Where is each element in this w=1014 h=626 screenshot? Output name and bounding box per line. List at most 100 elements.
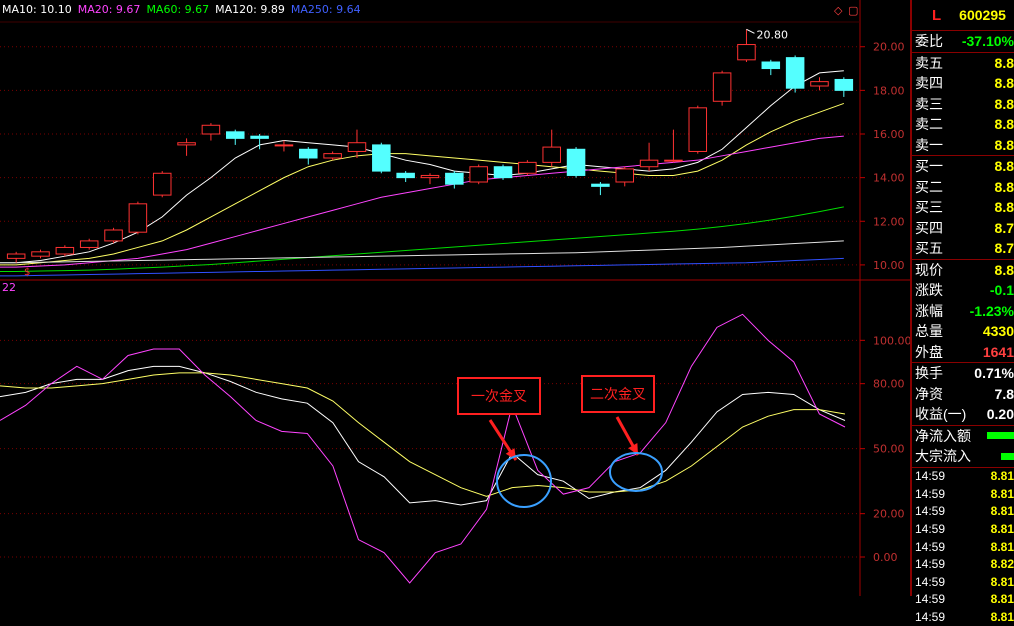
candle-body xyxy=(811,82,829,86)
price-axis-label: 10.00 xyxy=(873,259,905,272)
quote-value: 8.8 xyxy=(995,116,1014,132)
candle-body xyxy=(762,62,780,69)
tick-row: 14:598.81 xyxy=(912,591,1014,609)
stats-block: 现价8.8涨跌-0.1涨幅-1.23%总量4330外盘1641 xyxy=(912,259,1014,363)
tick-time: 14:59 xyxy=(915,540,945,554)
candle-body xyxy=(665,160,683,161)
tick-time: 14:59 xyxy=(915,522,945,536)
quote-value: 8.8 xyxy=(995,199,1014,215)
candle-body xyxy=(616,169,634,182)
tick-time: 14:59 xyxy=(915,610,945,624)
quote-row: 买三8.8 xyxy=(912,197,1014,218)
quote-label: 卖五 xyxy=(915,53,943,73)
candle-body xyxy=(226,132,244,139)
quote-value: 0.20 xyxy=(987,406,1014,422)
candle-body xyxy=(56,247,74,254)
quote-label: 收益(一) xyxy=(915,404,966,424)
stats-block-2: 换手0.71%净资7.8收益(一)0.20 xyxy=(912,362,1014,425)
tick-list[interactable]: 14:598.8114:598.8114:598.8114:598.8114:5… xyxy=(912,467,1014,626)
indicator-axis-label: 20.00 xyxy=(873,508,905,521)
tick-row: 14:598.81 xyxy=(912,485,1014,503)
quote-row: 买一8.8 xyxy=(912,155,1014,177)
candle-body xyxy=(7,254,25,258)
quote-panel: L 600295 委比 -37.10% 卖五8.8卖四8.8卖三8.8卖二8.8… xyxy=(910,0,1014,596)
indicator-axis-label: 80.00 xyxy=(873,378,905,391)
indicator-axis-label: 50.00 xyxy=(873,443,905,456)
candle-body xyxy=(519,162,537,173)
tick-price: 8.81 xyxy=(991,610,1014,624)
ratio-value: -37.10% xyxy=(962,33,1014,49)
quote-row: 卖五 8.8 xyxy=(912,53,1014,74)
quote-value: 8.7 xyxy=(995,240,1014,256)
tick-price: 8.81 xyxy=(991,487,1014,501)
quote-label: 卖三 xyxy=(915,94,943,114)
quote-label: 净资 xyxy=(915,384,943,404)
indicator-axis-label: 100.00 xyxy=(873,334,910,347)
ma-line-ma120 xyxy=(0,207,844,272)
candle-body xyxy=(129,204,147,232)
indicator-axis-label: 0.00 xyxy=(873,551,898,564)
candle-body xyxy=(786,58,804,89)
quote-value: -0.1 xyxy=(990,282,1014,298)
tick-price: 8.81 xyxy=(991,575,1014,589)
chart-area[interactable]: 20.0018.0016.0014.0012.0010.00100.0080.0… xyxy=(0,0,910,596)
candle-body xyxy=(80,241,98,248)
quote-label: 换手 xyxy=(915,363,943,383)
quote-label: 涨幅 xyxy=(915,301,943,321)
flow-bar xyxy=(987,432,1014,439)
indicator-line-k xyxy=(0,366,845,505)
diamond-icon[interactable]: ◇ xyxy=(834,4,842,17)
candle-body xyxy=(348,143,366,152)
candle-body xyxy=(178,143,196,145)
flow-row: 净流入额 xyxy=(912,426,1014,447)
quote-label: 买一 xyxy=(915,156,943,176)
price-axis-label: 20.00 xyxy=(873,41,905,54)
tick-row: 14:598.81 xyxy=(912,538,1014,556)
indicator-line-d xyxy=(0,373,845,497)
ma-line-ma20 xyxy=(0,103,844,264)
quote-value: 4330 xyxy=(983,323,1014,339)
ma-legend: MA10: 10.10MA20: 9.67MA60: 9.67MA120: 9.… xyxy=(2,3,367,16)
price-axis-label: 12.00 xyxy=(873,215,905,228)
price-axis-label: 14.00 xyxy=(873,172,905,185)
candle-body xyxy=(275,145,293,146)
stock-header[interactable]: L 600295 xyxy=(912,0,1014,31)
candle-body xyxy=(300,149,318,158)
signal-marker-icon: $ xyxy=(24,267,30,278)
indicator-line-j xyxy=(0,314,845,583)
candle-body xyxy=(397,173,415,177)
quote-value: 8.8 xyxy=(995,55,1014,71)
quote-row: 现价8.8 xyxy=(912,260,1014,281)
flow-label: 大宗流入 xyxy=(915,446,971,466)
flow-row: 大宗流入 xyxy=(912,446,1014,467)
quote-label: 卖二 xyxy=(915,114,943,134)
tick-row: 14:598.82 xyxy=(912,555,1014,573)
flow-label: 净流入额 xyxy=(915,426,971,446)
quote-label: 卖一 xyxy=(915,135,943,155)
legend-item: MA10: 10.10 xyxy=(2,3,72,16)
candle-body xyxy=(689,108,707,152)
quote-value: 8.8 xyxy=(995,75,1014,91)
candle-body xyxy=(592,184,610,186)
price-axis-label: 16.00 xyxy=(873,128,905,141)
quote-row: 买五 8.7 xyxy=(912,238,1014,259)
tick-price: 8.82 xyxy=(991,557,1014,571)
tick-row: 14:598.81 xyxy=(912,520,1014,538)
quote-row: 换手0.71% xyxy=(912,363,1014,384)
tick-time: 14:59 xyxy=(915,504,945,518)
quote-row: 买四8.7 xyxy=(912,218,1014,239)
candle-body xyxy=(738,45,756,60)
quote-label: 买二 xyxy=(915,177,943,197)
high-marker-arrow xyxy=(746,29,754,33)
flow-block: 净流入额大宗流入 xyxy=(912,425,1014,467)
candle-body xyxy=(421,175,439,177)
quote-row: 收益(一) 0.20 xyxy=(912,404,1014,425)
annotation-first-cross: 一次金叉 xyxy=(457,377,541,415)
quote-row: 卖三8.8 xyxy=(912,94,1014,115)
quote-value: -1.23% xyxy=(970,303,1014,319)
window-icon[interactable]: ▢ xyxy=(848,4,858,17)
kline-chart[interactable]: 20.0018.0016.0014.0012.0010.00100.0080.0… xyxy=(0,0,910,596)
quote-label: 买五 xyxy=(915,238,943,258)
quote-label: 现价 xyxy=(915,260,943,280)
candle-body xyxy=(835,79,853,90)
